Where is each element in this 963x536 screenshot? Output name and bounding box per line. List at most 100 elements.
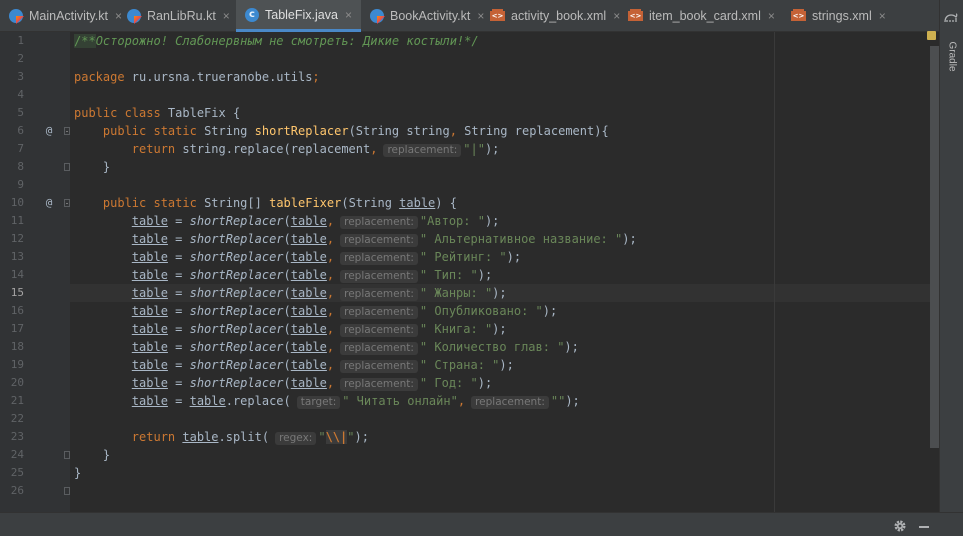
line-number: 6 — [17, 124, 24, 137]
gradle-tool-window-button[interactable]: Gradle — [947, 41, 958, 73]
keyword-token: , — [370, 142, 378, 156]
reassigned-variable-token: table — [399, 196, 436, 210]
parameter-hint: replacement: — [340, 234, 418, 247]
tab-label: strings.xml — [812, 9, 872, 23]
code-line: table = shortReplacer(table, replacement:… — [74, 374, 492, 392]
parameter-hint: regex: — [275, 432, 317, 445]
close-tab-icon[interactable]: × — [345, 8, 352, 22]
line-number: 11 — [10, 214, 24, 227]
inspection-warning-marker[interactable] — [927, 31, 936, 40]
reassigned-variable-token: table — [131, 214, 168, 228]
code-line: return string.replace(replacement, replac… — [74, 140, 499, 158]
code-token: .replace( — [225, 394, 291, 408]
code-token: = — [167, 232, 190, 246]
reassigned-variable-token: table — [290, 232, 327, 246]
tab-item-book-card-xml[interactable]: item_book_card.xml × — [620, 0, 783, 32]
code-token: } — [74, 448, 111, 462]
tab-strings-xml[interactable]: strings.xml × — [783, 0, 886, 32]
code-line: public class TableFix { — [74, 104, 240, 122]
line-number: 20 — [10, 376, 24, 389]
kotlin-file-icon — [126, 8, 142, 24]
reassigned-variable-token: table — [131, 376, 168, 390]
string-literal-token: " Рейтинг: " — [419, 250, 507, 264]
code-line: return table.split(regex: "\\|"); — [74, 428, 369, 446]
string-literal-token: " Страна: " — [419, 358, 500, 372]
close-tab-icon[interactable]: × — [768, 9, 775, 23]
close-tab-icon[interactable]: × — [223, 9, 230, 23]
editor-scrollbar[interactable] — [930, 32, 939, 512]
line-number: 19 — [10, 358, 24, 371]
code-editor[interactable]: /**Осторожно! Слабонервным не смотреть: … — [70, 32, 930, 512]
reassigned-variable-token: table — [131, 340, 168, 354]
override-gutter-icon[interactable]: @ — [42, 122, 56, 140]
code-token: ( — [283, 268, 291, 282]
keyword-token: , — [326, 322, 335, 336]
keyword-token: , — [326, 358, 335, 372]
code-token: ( — [283, 304, 291, 318]
string-literal-token: "" — [550, 394, 566, 408]
parameter-hint: replacement: — [340, 306, 418, 319]
parameter-hint: replacement: — [340, 342, 418, 355]
reassigned-variable-token: table — [290, 250, 327, 264]
string-literal-token: " Жанры: " — [419, 286, 493, 300]
tab-activity-book-xml[interactable]: activity_book.xml× — [482, 0, 620, 32]
code-token: ); — [564, 340, 579, 354]
keyword-token: , — [326, 268, 335, 282]
code-token: ); — [484, 214, 500, 228]
line-number: 22 — [10, 412, 24, 425]
code-token: ); — [354, 430, 369, 444]
tab-label: activity_book.xml — [511, 9, 607, 23]
xml-file-icon — [791, 8, 807, 24]
line-number: 25 — [10, 466, 24, 479]
gradle-elephant-icon[interactable] — [944, 13, 958, 23]
parameter-hint: replacement: — [340, 216, 418, 229]
parameter-hint: target: — [296, 396, 341, 409]
tab-ranlibru-kt[interactable]: RanLibRu.kt × — [118, 0, 236, 32]
method-call-token: shortReplacer — [189, 322, 284, 336]
keyword-token: , — [326, 304, 335, 318]
code-line: table = shortReplacer(table, replacement:… — [74, 266, 492, 284]
keyword-token: return — [131, 142, 183, 156]
keyword-token: return — [131, 430, 183, 444]
tab-bookactivity-kt[interactable]: BookActivity.kt × — [361, 0, 484, 32]
reassigned-variable-token: table — [131, 358, 168, 372]
line-number: 13 — [10, 250, 24, 263]
tab-label: MainActivity.kt — [29, 9, 108, 23]
code-token: = — [167, 358, 190, 372]
line-number: 17 — [10, 322, 24, 335]
code-token: String replacement){ — [464, 124, 609, 138]
parameter-hint: replacement: — [340, 288, 418, 301]
keyword-token: , — [326, 214, 335, 228]
tab-label: BookActivity.kt — [390, 9, 471, 23]
code-line: } — [74, 464, 81, 482]
override-gutter-icon[interactable]: @ — [42, 194, 56, 212]
editor-tab-bar: MainActivity.kt×RanLibRu.kt×TableFix.jav… — [0, 0, 939, 32]
tab-tablefix-java[interactable]: TableFix.java × — [236, 0, 361, 32]
minimize-icon[interactable] — [919, 526, 929, 528]
keyword-token: package — [74, 70, 132, 84]
line-number: 15 — [10, 286, 24, 299]
reassigned-variable-token: table — [131, 286, 168, 300]
reassigned-variable-token: table — [290, 304, 327, 318]
code-line: table = shortReplacer(table, replacement:… — [74, 248, 521, 266]
xml-file-icon — [628, 8, 644, 24]
tab-mainactivity-kt[interactable]: MainActivity.kt × — [0, 0, 122, 32]
bottom-status-bar — [0, 512, 963, 536]
close-tab-icon[interactable]: × — [879, 9, 886, 23]
line-number: 2 — [17, 52, 24, 65]
line-number: 10 — [10, 196, 24, 209]
method-call-token: shortReplacer — [189, 376, 284, 390]
code-token: = — [167, 304, 190, 318]
reassigned-variable-token: table — [189, 394, 226, 408]
code-token: String[] — [204, 196, 270, 210]
code-token: = — [167, 250, 190, 264]
gear-icon[interactable] — [893, 519, 907, 533]
scrollbar-thumb[interactable] — [930, 46, 939, 448]
code-token: = — [167, 340, 190, 354]
parameter-hint: replacement: — [340, 324, 418, 337]
